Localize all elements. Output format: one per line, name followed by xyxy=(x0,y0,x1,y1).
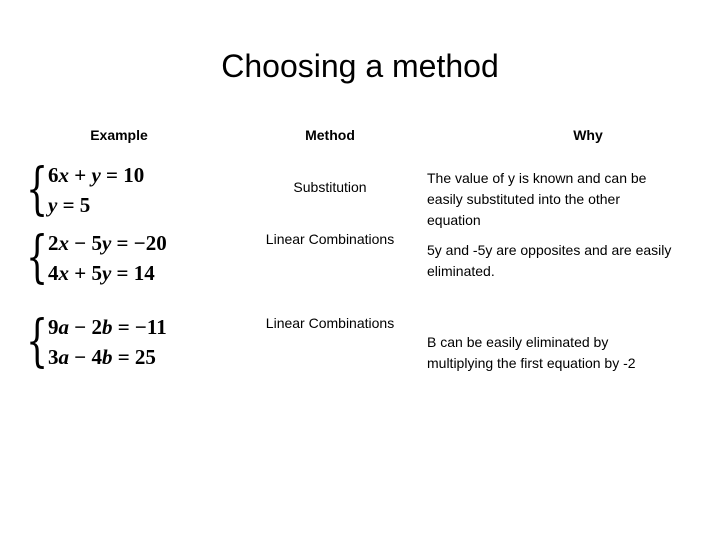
equation-system: { 2x − 5y = −20 4x + 5y = 14 xyxy=(26,228,167,288)
equation-line: 9a − 2b = −11 xyxy=(48,315,167,339)
cell-method: Linear Combinations xyxy=(265,315,395,331)
table-row: { 6x + y = 10 y = 5 Substitution The val… xyxy=(18,156,704,234)
equation-system: { 9a − 2b = −11 3a − 4b = 25 xyxy=(26,312,167,372)
cell-why: B can be easily eliminated by multiplyin… xyxy=(427,334,636,371)
cell-example: { 6x + y = 10 y = 5 xyxy=(26,160,231,220)
method-comparison-table: Example Method Why { 6x + y = 10 y = 5 S… xyxy=(18,126,704,400)
equation-line: y = 5 xyxy=(48,193,91,217)
page-title: Choosing a method xyxy=(221,48,499,84)
column-header-method: Method xyxy=(305,127,355,143)
equation-line: 6x + y = 10 xyxy=(48,163,145,187)
column-header-why: Why xyxy=(573,127,603,143)
cell-method: Substitution xyxy=(293,179,367,195)
equation-line: 4x + 5y = 14 xyxy=(48,261,155,285)
table-row: { 2x − 5y = −20 4x + 5y = 14 Linear Comb… xyxy=(18,229,704,314)
table-header-row: Example Method Why xyxy=(18,126,704,156)
equation-line: 2x − 5y = −20 xyxy=(48,231,167,255)
column-header-example: Example xyxy=(90,127,148,143)
equation-system: { 6x + y = 10 y = 5 xyxy=(26,160,144,220)
left-brace-icon: { xyxy=(26,308,49,374)
equation-line: 3a − 4b = 25 xyxy=(48,345,156,369)
left-brace-icon: { xyxy=(26,224,49,290)
cell-example: { 9a − 2b = −11 3a − 4b = 25 xyxy=(26,312,231,372)
cell-why: 5y and -5y are opposites and are easily … xyxy=(427,242,672,279)
table-row: { 9a − 2b = −11 3a − 4b = 25 Linear Comb… xyxy=(18,312,704,400)
left-brace-icon: { xyxy=(26,156,49,222)
cell-method: Linear Combinations xyxy=(265,231,395,247)
cell-why: The value of y is known and can be easil… xyxy=(427,170,647,228)
cell-example: { 2x − 5y = −20 4x + 5y = 14 xyxy=(26,228,231,288)
